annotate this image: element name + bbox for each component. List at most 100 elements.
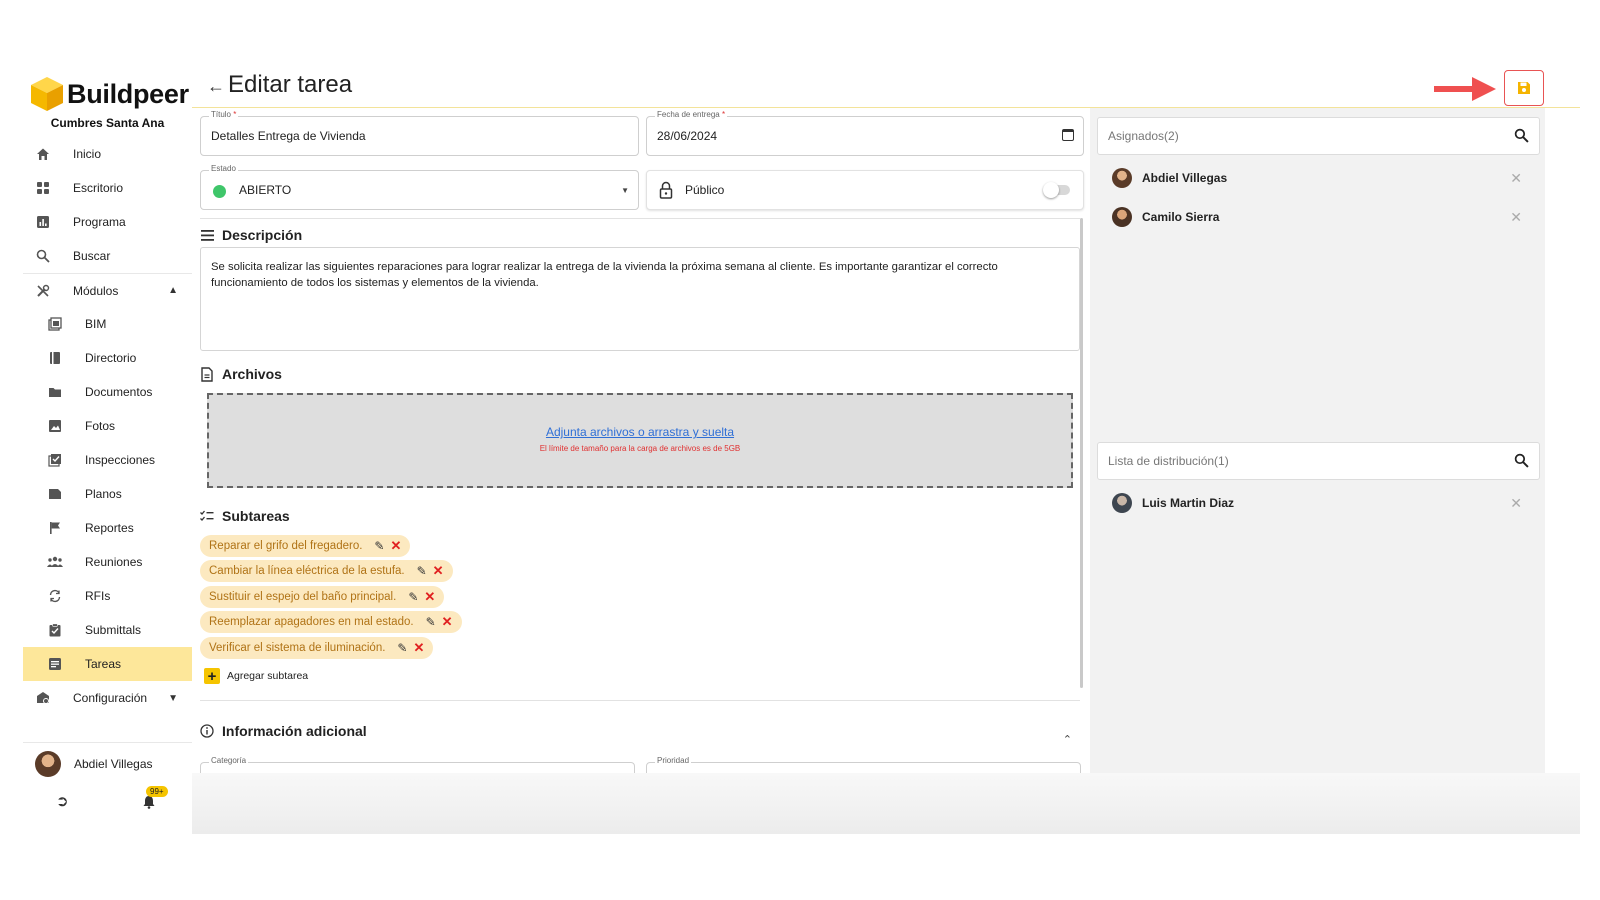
sidebar-item-fotos[interactable]: Fotos [23, 409, 192, 443]
delete-x-icon[interactable]: ✕ [424, 589, 435, 605]
dropdown-caret-icon: ▼ [621, 186, 629, 195]
sidebar-item-buscar[interactable]: Buscar [23, 239, 192, 273]
sidebar-item-label: Directorio [85, 351, 137, 365]
subtask-chip: Cambiar la línea eléctrica de la estufa.… [200, 560, 453, 583]
search-icon[interactable] [1514, 128, 1529, 143]
plans-icon [47, 486, 63, 502]
sidebar-item-directorio[interactable]: Directorio [23, 341, 192, 375]
sidebar-item-label: Reuniones [85, 555, 143, 569]
visibility-row: Público [646, 170, 1084, 210]
state-value: ABIERTO [239, 183, 292, 197]
description-heading: Descripción [200, 227, 302, 243]
person-name: Abdiel Villegas [1142, 171, 1228, 185]
visibility-label: Público [685, 183, 725, 197]
chevron-down-icon: ▼ [168, 692, 178, 704]
bell-icon[interactable] [142, 795, 156, 809]
sidebar-item-reuniones[interactable]: Reuniones [23, 545, 192, 579]
assigned-placeholder: Asignados(2) [1108, 129, 1179, 143]
delete-x-icon[interactable]: ✕ [433, 563, 444, 579]
logo-cube-icon [31, 77, 63, 111]
edit-pencil-icon[interactable]: ✎ [426, 615, 436, 629]
folder-icon [47, 384, 63, 400]
bim-icon [47, 316, 63, 332]
sidebar-item-tareas[interactable]: Tareas [23, 647, 192, 681]
title-field[interactable]: Título * Detalles Entrega de Vivienda [200, 110, 639, 156]
subtasks-heading-text: Subtareas [222, 508, 290, 524]
state-label: Estado [209, 164, 238, 173]
sidebar-item-label: Escritorio [73, 181, 124, 195]
sidebar-item-modulos[interactable]: Módulos ▲ [23, 273, 192, 307]
distribution-search[interactable]: Lista de distribución(1) [1097, 442, 1540, 480]
tools-icon [35, 283, 51, 299]
delete-x-icon[interactable]: ✕ [413, 640, 424, 656]
save-button[interactable] [1504, 70, 1544, 106]
distribution-person: Luis Martin Diaz ✕ [1112, 492, 1522, 514]
search-icon[interactable] [1514, 453, 1529, 468]
additional-info-heading[interactable]: Información adicional [200, 723, 367, 739]
sidebar-item-configuracion[interactable]: Configuración ▼ [23, 681, 192, 715]
edit-pencil-icon[interactable]: ✎ [417, 564, 427, 578]
form-scrollbar[interactable] [1080, 218, 1083, 688]
sidebar-item-reportes[interactable]: Reportes [23, 511, 192, 545]
sidebar-item-label: Planos [85, 487, 122, 501]
due-date-field[interactable]: Fecha de entrega * 28/06/2024 [646, 110, 1084, 156]
task-form: Título * Detalles Entrega de Vivienda Fe… [192, 108, 1094, 834]
state-select[interactable]: Estado ABIERTO ▼ [200, 164, 639, 210]
avatar [1112, 493, 1132, 513]
subtask-text: Cambiar la línea eléctrica de la estufa. [209, 565, 405, 578]
sidebar-item-label: Buscar [73, 249, 111, 263]
pointer-arrow-icon [1434, 77, 1496, 101]
brand-logo[interactable]: Buildpeer [30, 76, 189, 112]
sidebar-item-inspecciones[interactable]: Inspecciones [23, 443, 192, 477]
current-user[interactable]: Abdiel Villegas [23, 742, 192, 778]
sidebar-item-label: Fotos [85, 419, 116, 433]
app-window: Buildpeer Cumbres Santa Ana Inicio Escri… [23, 62, 1580, 834]
remove-x-icon[interactable]: ✕ [1510, 495, 1522, 512]
person-name: Luis Martin Diaz [1142, 496, 1235, 510]
logout-icon[interactable]: ➲ [56, 792, 69, 810]
distribution-placeholder: Lista de distribución(1) [1108, 454, 1229, 468]
people-icon [47, 554, 63, 570]
sidebar-item-planos[interactable]: Planos [23, 477, 192, 511]
delete-x-icon[interactable]: ✕ [390, 538, 401, 554]
edit-pencil-icon[interactable]: ✎ [374, 539, 384, 553]
subtask-list: Reparar el grifo del fregadero. ✎ ✕ Cambia… [200, 535, 462, 662]
sidebar-item-inicio[interactable]: Inicio [23, 137, 192, 171]
sidebar-item-rfis[interactable]: RFIs [23, 579, 192, 613]
add-subtask-button[interactable]: + Agregar subtarea [204, 668, 309, 685]
sidebar-item-bim[interactable]: BIM [23, 307, 192, 341]
sidebar-item-programa[interactable]: Programa [23, 205, 192, 239]
checklist-icon [47, 452, 63, 468]
chevron-up-icon[interactable]: ⌃ [1063, 733, 1072, 746]
sidebar-item-documentos[interactable]: Documentos [23, 375, 192, 409]
sidebar-nav: Inicio Escritorio Programa Buscar Módulo… [23, 137, 192, 715]
calendar-icon[interactable] [1062, 129, 1074, 141]
assigned-search[interactable]: Asignados(2) [1097, 117, 1540, 155]
page-title: Editar tarea [228, 71, 353, 98]
sidebar-item-label: Inspecciones [85, 453, 156, 467]
sidebar-item-escritorio[interactable]: Escritorio [23, 171, 192, 205]
clipboard-check-icon [47, 622, 63, 638]
sidebar-footer: ➲ 99+ [23, 786, 192, 817]
edit-pencil-icon[interactable]: ✎ [408, 590, 418, 604]
edit-pencil-icon[interactable]: ✎ [397, 641, 407, 655]
sidebar-item-submittals[interactable]: Submittals [23, 613, 192, 647]
delete-x-icon[interactable]: ✕ [442, 614, 453, 630]
due-date-label: Fecha de entrega * [655, 110, 728, 119]
public-toggle[interactable] [1043, 182, 1070, 198]
sidebar-item-label: RFIs [85, 589, 111, 603]
assigned-person: Abdiel Villegas ✕ [1112, 167, 1522, 189]
add-subtask-label: Agregar subtarea [227, 670, 309, 682]
back-arrow-icon[interactable]: ← [207, 76, 225, 97]
upload-link[interactable]: Adjunta archivos o arrastra y suelta [209, 425, 1071, 439]
avatar [1112, 168, 1132, 188]
organization-name: Cumbres Santa Ana [50, 116, 165, 130]
due-date-value: 28/06/2024 [657, 129, 718, 143]
file-dropzone[interactable]: Adjunta archivos o arrastra y suelta El … [207, 393, 1073, 488]
sidebar-item-label: Reportes [85, 521, 134, 535]
remove-x-icon[interactable]: ✕ [1510, 170, 1522, 187]
remove-x-icon[interactable]: ✕ [1510, 209, 1522, 226]
description-textarea[interactable]: Se solicita realizar las siguientes repa… [200, 247, 1080, 351]
description-heading-text: Descripción [222, 227, 303, 243]
subtask-chip: Sustituir el espejo del baño principal. ✎… [200, 585, 445, 608]
